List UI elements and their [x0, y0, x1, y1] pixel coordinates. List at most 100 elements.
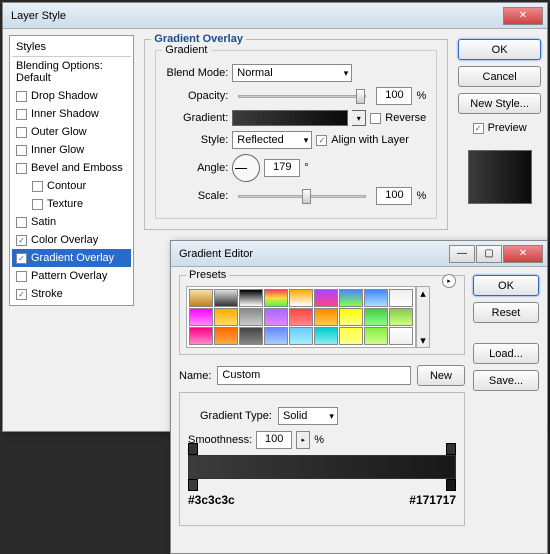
- preset-swatch[interactable]: [189, 327, 213, 345]
- sidebar-item-outer-glow[interactable]: Outer Glow: [12, 123, 131, 141]
- style-select[interactable]: Reflected: [232, 131, 312, 149]
- sidebar-item-contour[interactable]: Contour: [12, 177, 131, 195]
- preset-swatch[interactable]: [364, 289, 388, 307]
- preset-swatch[interactable]: [389, 308, 413, 326]
- preset-swatch[interactable]: [339, 289, 363, 307]
- preset-swatch[interactable]: [339, 327, 363, 345]
- cancel-button[interactable]: Cancel: [458, 66, 541, 87]
- preset-swatch[interactable]: [314, 308, 338, 326]
- ge-ok-button[interactable]: OK: [473, 275, 539, 296]
- checkbox[interactable]: ✓: [16, 253, 27, 264]
- preset-swatch[interactable]: [239, 308, 263, 326]
- preset-swatch[interactable]: [239, 327, 263, 345]
- opacity-label: Opacity:: [166, 90, 228, 102]
- preset-swatch[interactable]: [239, 289, 263, 307]
- presets-grid: [186, 286, 416, 348]
- sidebar-item-pattern-overlay[interactable]: Pattern Overlay: [12, 267, 131, 285]
- styles-sidebar: Styles Blending Options: Default Drop Sh…: [9, 35, 134, 306]
- sidebar-item-label: Stroke: [31, 288, 63, 300]
- scale-slider[interactable]: [238, 195, 366, 198]
- sidebar-item-color-overlay[interactable]: ✓Color Overlay: [12, 231, 131, 249]
- checkbox[interactable]: [16, 163, 27, 174]
- preset-swatch[interactable]: [389, 289, 413, 307]
- sidebar-item-bevel-and-emboss[interactable]: Bevel and Emboss: [12, 159, 131, 177]
- opacity-input[interactable]: 100: [376, 87, 412, 105]
- presets-menu-icon[interactable]: ▸: [442, 274, 456, 288]
- sidebar-item-label: Inner Glow: [31, 144, 84, 156]
- preset-swatch[interactable]: [189, 289, 213, 307]
- preset-swatch[interactable]: [289, 327, 313, 345]
- minimize-icon[interactable]: —: [449, 245, 475, 263]
- preset-swatch[interactable]: [214, 327, 238, 345]
- sidebar-item-inner-shadow[interactable]: Inner Shadow: [12, 105, 131, 123]
- preset-swatch[interactable]: [289, 308, 313, 326]
- load-button[interactable]: Load...: [473, 343, 539, 364]
- preview-checkbox[interactable]: ✓: [473, 123, 484, 134]
- opacity-stop-right[interactable]: [446, 443, 456, 455]
- presets-scrollbar[interactable]: ▴▾: [416, 286, 430, 348]
- window-title: Layer Style: [11, 10, 503, 22]
- checkbox[interactable]: [16, 271, 27, 282]
- checkbox[interactable]: ✓: [16, 235, 27, 246]
- checkbox[interactable]: [32, 199, 43, 210]
- sidebar-item-satin[interactable]: Satin: [12, 213, 131, 231]
- smoothness-input[interactable]: 100: [256, 431, 292, 449]
- name-input[interactable]: Custom: [217, 366, 411, 385]
- left-hex: #3c3c3c: [188, 493, 235, 507]
- save-button[interactable]: Save...: [473, 370, 539, 391]
- sidebar-item-gradient-overlay[interactable]: ✓Gradient Overlay: [12, 249, 131, 267]
- reverse-checkbox[interactable]: [370, 113, 381, 124]
- name-label: Name:: [179, 370, 211, 382]
- new-style-button[interactable]: New Style...: [458, 93, 541, 114]
- preset-swatch[interactable]: [339, 308, 363, 326]
- sidebar-item-texture[interactable]: Texture: [12, 195, 131, 213]
- maximize-icon[interactable]: ▢: [476, 245, 502, 263]
- smoothness-arrow-icon[interactable]: ▸: [296, 431, 310, 449]
- checkbox[interactable]: [16, 217, 27, 228]
- close-icon[interactable]: ✕: [503, 7, 543, 25]
- ge-close-icon[interactable]: ✕: [503, 245, 543, 263]
- gradient-type-select[interactable]: Solid: [278, 407, 338, 425]
- color-stop-left[interactable]: [188, 479, 198, 491]
- checkbox[interactable]: ✓: [16, 289, 27, 300]
- angle-input[interactable]: 179: [264, 159, 300, 177]
- preset-swatch[interactable]: [389, 327, 413, 345]
- gradient-bar[interactable]: [188, 455, 456, 479]
- new-button[interactable]: New: [417, 365, 465, 386]
- checkbox[interactable]: [32, 181, 43, 192]
- sidebar-item-drop-shadow[interactable]: Drop Shadow: [12, 87, 131, 105]
- ok-button[interactable]: OK: [458, 39, 541, 60]
- preset-swatch[interactable]: [189, 308, 213, 326]
- checkbox[interactable]: [16, 127, 27, 138]
- preset-swatch[interactable]: [264, 308, 288, 326]
- preset-swatch[interactable]: [214, 308, 238, 326]
- preset-swatch[interactable]: [364, 308, 388, 326]
- opacity-stop-left[interactable]: [188, 443, 198, 455]
- ge-title: Gradient Editor: [179, 248, 449, 260]
- gradient-swatch[interactable]: [232, 110, 348, 126]
- sidebar-item-inner-glow[interactable]: Inner Glow: [12, 141, 131, 159]
- align-checkbox[interactable]: ✓: [316, 135, 327, 146]
- preset-swatch[interactable]: [314, 289, 338, 307]
- sidebar-item-stroke[interactable]: ✓ Stroke: [12, 285, 131, 303]
- opacity-slider[interactable]: [238, 95, 366, 98]
- blend-mode-select[interactable]: Normal: [232, 64, 352, 82]
- checkbox[interactable]: [16, 91, 27, 102]
- reset-button[interactable]: Reset: [473, 302, 539, 323]
- preset-swatch[interactable]: [214, 289, 238, 307]
- preset-swatch[interactable]: [314, 327, 338, 345]
- gradient-type-label: Gradient Type:: [200, 410, 272, 422]
- gradient-arrow-icon[interactable]: ▾: [352, 110, 366, 126]
- checkbox[interactable]: [16, 145, 27, 156]
- preset-swatch[interactable]: [289, 289, 313, 307]
- angle-dial[interactable]: [232, 154, 260, 182]
- preset-swatch[interactable]: [264, 327, 288, 345]
- sidebar-item-label: Drop Shadow: [31, 90, 98, 102]
- preset-swatch[interactable]: [264, 289, 288, 307]
- checkbox[interactable]: [16, 109, 27, 120]
- styles-header[interactable]: Styles: [12, 38, 131, 57]
- color-stop-right[interactable]: [446, 479, 456, 491]
- preset-swatch[interactable]: [364, 327, 388, 345]
- scale-input[interactable]: 100: [376, 187, 412, 205]
- blending-options[interactable]: Blending Options: Default: [12, 57, 131, 87]
